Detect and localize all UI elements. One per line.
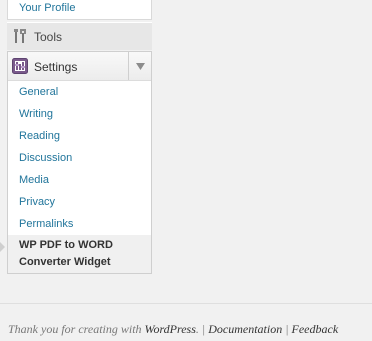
menu-item-settings: Settings General Writing Reading Discuss…: [0, 51, 152, 274]
current-item-arrow: [0, 242, 5, 252]
menu-item-tools[interactable]: Tools: [7, 22, 152, 50]
current-item-line1: WP PDF to WORD: [19, 239, 113, 251]
menu-item-tools-label: Tools: [34, 30, 63, 44]
settings-toggle-button[interactable]: [128, 52, 151, 80]
footer-thanks: Thank you for creating with WordPress. |…: [8, 322, 338, 337]
current-item-line2: Converter Widget: [19, 256, 111, 268]
footer-separator: |: [282, 322, 292, 336]
documentation-link[interactable]: Documentation: [208, 322, 282, 336]
settings-submenu-item-discussion[interactable]: Discussion: [8, 147, 151, 169]
users-submenu-tail: Your Profile: [7, 0, 152, 20]
settings-submenu-item-current[interactable]: WP PDF to WORD Converter Widget: [0, 235, 151, 273]
settings-menu-label: Settings: [34, 60, 78, 74]
settings-submenu-item-media[interactable]: Media: [8, 169, 151, 191]
settings-submenu-item-general[interactable]: General: [8, 81, 151, 103]
settings-submenu-item-privacy[interactable]: Privacy: [8, 191, 151, 213]
feedback-link[interactable]: Feedback: [292, 322, 339, 336]
admin-footer: Thank you for creating with WordPress. |…: [0, 303, 372, 341]
admin-menu: Your Profile Tools Settings General Writ…: [0, 0, 152, 274]
settings-menu-header[interactable]: Settings: [8, 52, 151, 81]
wordpress-link[interactable]: WordPress: [145, 322, 196, 336]
settings-submenu-item-writing[interactable]: Writing: [8, 103, 151, 125]
footer-thanks-text: Thank you for creating with: [8, 322, 145, 336]
settings-submenu-item-permalinks[interactable]: Permalinks: [8, 213, 151, 235]
tools-icon: [13, 28, 29, 44]
settings-icon: [12, 58, 28, 74]
settings-submenu: General Writing Reading Discussion Media…: [0, 81, 151, 273]
settings-submenu-item-reading[interactable]: Reading: [8, 125, 151, 147]
triangle-down-icon: [135, 62, 145, 70]
footer-separator: |: [198, 322, 209, 336]
your-profile-link[interactable]: Your Profile: [19, 2, 75, 14]
